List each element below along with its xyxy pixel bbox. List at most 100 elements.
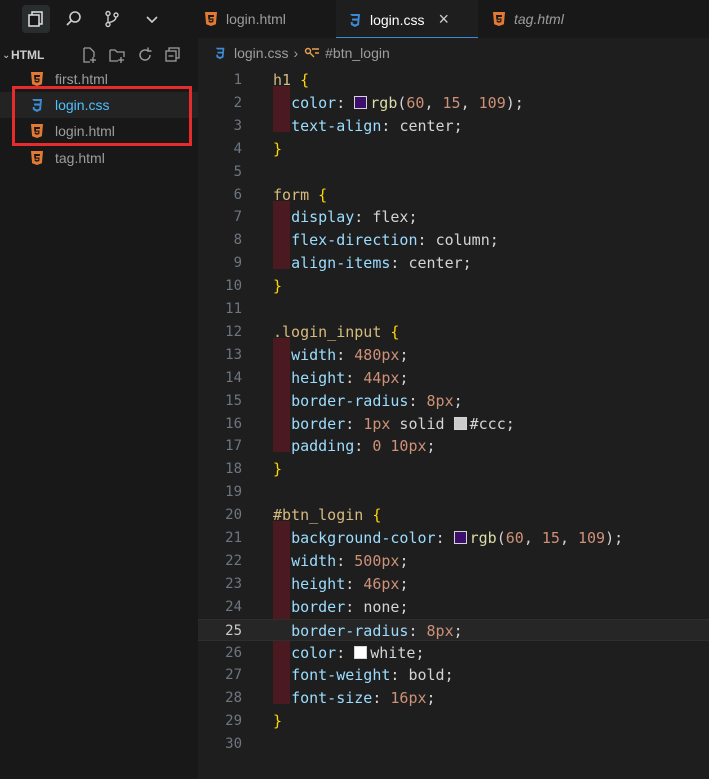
code-line[interactable]: 23 height: 46px; [198,573,709,596]
code-text: } [273,712,283,731]
code-line[interactable]: 13 width: 480px; [198,344,709,367]
code-text: color: rgb(60, 15, 109); [291,93,524,112]
code-text: .login_input { [273,322,400,341]
code-line[interactable]: 14 height: 44px; [198,367,709,390]
code-text: align-items: center; [291,254,472,273]
html5-icon [31,72,43,86]
line-number: 25 [225,622,242,639]
line-number: 28 [225,690,242,707]
file-name: tag.html [55,150,105,166]
code-line[interactable]: 2 color: rgb(60, 15, 109); [198,92,709,115]
line-number: 2 [233,94,242,111]
code-line[interactable]: 7 display: flex; [198,206,709,229]
code-line[interactable]: 8 flex-direction: column; [198,229,709,252]
code-text: font-size: 16px; [291,689,436,708]
line-number: 13 [225,346,242,363]
code-line[interactable]: 6 form { [198,184,709,207]
line-number: 29 [225,713,242,730]
new-file-icon[interactable] [80,46,98,64]
html5-icon [31,151,43,165]
selector-symbol-icon [304,47,320,58]
chevron-down-icon[interactable] [138,5,166,33]
code-line[interactable]: 19 [198,481,709,504]
tab-tag-html[interactable]: tag.html [480,0,610,38]
code-text: height: 44px; [291,368,409,387]
line-number: 9 [233,255,242,272]
color-swatch[interactable] [453,416,467,430]
code-line[interactable]: 21 background-color: rgb(60, 15, 109); [198,527,709,550]
line-number: 30 [225,736,242,753]
code-text: form { [273,185,328,204]
collapse-all-icon[interactable] [164,46,182,64]
code-text: width: 480px; [291,345,409,364]
code-editor[interactable]: 1 h1 {2 color: rgb(60, 15, 109); 3 text-al… [198,66,709,779]
html5-icon [205,12,217,26]
new-folder-icon[interactable] [108,46,126,64]
line-number: 22 [225,552,242,569]
file-item-tag-html[interactable]: tag.html [0,145,198,171]
code-line[interactable]: 24 border: none; [198,596,709,619]
code-line[interactable]: 27 font-weight: bold; [198,664,709,687]
line-number: 10 [225,278,242,295]
code-line[interactable]: 16 border: 1px solid #ccc; [198,413,709,436]
code-line[interactable]: 10} [198,275,709,298]
folder-header[interactable]: ⌄ HTML [0,44,198,66]
line-number: 26 [225,644,242,661]
tab-label: tag.html [514,11,564,27]
code-text: text-align: center; [291,116,463,135]
refresh-icon[interactable] [136,46,154,64]
code-line[interactable]: 20 #btn_login { [198,504,709,527]
breadcrumb-file[interactable]: login.css [234,45,288,61]
line-number: 11 [225,301,242,317]
line-number: 23 [225,575,242,592]
code-line[interactable]: 17 padding: 0 10px; [198,435,709,458]
code-line[interactable]: 28 font-size: 16px; [198,687,709,710]
line-number: 21 [225,530,242,546]
code-line[interactable]: 4} [198,138,709,161]
source-control-icon[interactable] [98,5,126,33]
color-swatch[interactable] [354,645,368,659]
code-line[interactable]: 29} [198,710,709,733]
code-text: } [273,277,283,296]
code-line[interactable]: 12 .login_input { [198,321,709,344]
line-number: 3 [233,117,242,134]
code-line[interactable]: 1 h1 { [198,69,709,92]
code-text: border: 1px solid #ccc; [291,414,515,433]
title-bar: login.html login.css × tag.html [0,0,709,38]
line-number: 8 [233,232,242,249]
code-line[interactable]: 18} [198,458,709,481]
search-icon[interactable] [60,5,88,33]
code-text: padding: 0 10px; [291,437,436,456]
code-line[interactable]: 26 color: white; [198,642,709,665]
code-line[interactable]: 15 border-radius: 8px; [198,390,709,413]
code-line[interactable]: 9 align-items: center; [198,252,709,275]
code-line[interactable]: 22 width: 500px; [198,550,709,573]
explorer-sidebar: ⌄ HTML first.html login.css login.html t… [0,38,198,779]
chevron-right-icon: › [293,45,299,61]
tab-label: login.css [370,11,425,28]
tab-login-css[interactable]: login.css × [336,0,478,38]
css3-icon [215,47,225,60]
line-number: 7 [233,209,242,226]
breadcrumb-symbol[interactable]: #btn_login [325,45,390,61]
code-text: flex-direction: column; [291,231,499,250]
color-swatch[interactable] [453,531,467,544]
code-line[interactable]: 5 [198,161,709,184]
code-line[interactable]: 25 border-radius: 8px; [198,618,709,642]
line-number: 27 [225,667,242,684]
explorer-icon[interactable] [22,5,50,33]
code-line[interactable]: 11 [198,298,709,321]
line-number: 15 [225,392,242,409]
line-number: 5 [233,163,242,180]
close-icon[interactable]: × [438,9,449,30]
chevron-down-icon[interactable]: ⌄ [2,50,10,61]
line-number: 17 [225,438,242,455]
tab-login-html[interactable]: login.html [192,0,326,38]
color-swatch[interactable] [354,95,368,109]
line-number: 24 [225,598,242,615]
code-line[interactable]: 30 [198,733,709,756]
tab-label: login.html [226,11,286,27]
breadcrumb: login.css › #btn_login [198,40,390,66]
code-text: border-radius: 8px; [291,621,463,640]
code-line[interactable]: 3 text-align: center; [198,115,709,138]
